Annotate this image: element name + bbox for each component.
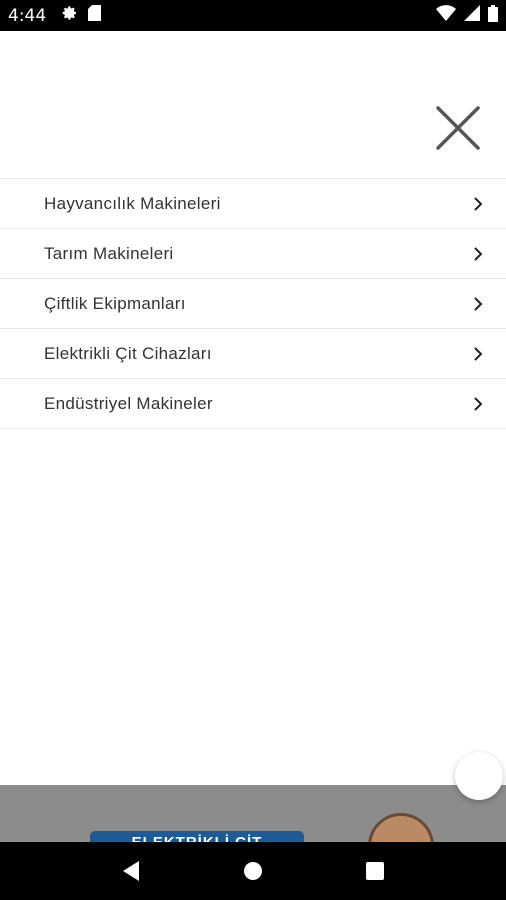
recents-button[interactable]	[360, 856, 390, 886]
chevron-right-icon	[474, 396, 483, 411]
menu-item-label: Çiftlik Ekipmanları	[44, 293, 186, 313]
menu-drawer: Hayvancılık Makineleri Tarım Makineleri …	[0, 31, 506, 785]
promo-banner[interactable]: ELEKTRİKLİ ÇİT CİHAZLARI	[0, 785, 506, 842]
menu-item-ciftlik[interactable]: Çiftlik Ekipmanları	[0, 279, 506, 329]
banner-person-image	[368, 813, 434, 842]
menu-item-elektrikli[interactable]: Elektrikli Çit Cihazları	[0, 329, 506, 379]
home-button[interactable]	[238, 856, 268, 886]
wifi-icon	[436, 5, 456, 26]
status-bar: 4:44	[0, 0, 506, 31]
menu-item-tarim[interactable]: Tarım Makineleri	[0, 229, 506, 279]
back-button[interactable]	[116, 856, 146, 886]
menu-item-label: Tarım Makineleri	[44, 243, 174, 263]
battery-icon	[488, 4, 498, 27]
category-menu: Hayvancılık Makineleri Tarım Makineleri …	[0, 178, 506, 429]
close-button[interactable]	[434, 104, 482, 152]
menu-item-label: Hayvancılık Makineleri	[44, 193, 221, 213]
banner-label: ELEKTRİKLİ ÇİT CİHAZLARI	[90, 831, 304, 842]
status-time: 4:44	[8, 5, 47, 26]
menu-item-label: Endüstriyel Makineler	[44, 393, 213, 413]
home-icon	[244, 862, 262, 880]
chevron-right-icon	[474, 296, 483, 311]
floating-action-button[interactable]	[455, 752, 503, 800]
close-icon	[436, 106, 480, 150]
back-icon	[123, 861, 139, 881]
menu-item-endustriyel[interactable]: Endüstriyel Makineler	[0, 379, 506, 429]
menu-item-hayvancilik[interactable]: Hayvancılık Makineleri	[0, 179, 506, 229]
chevron-right-icon	[474, 346, 483, 361]
settings-icon	[62, 5, 78, 26]
signal-icon	[464, 5, 480, 26]
sd-card-icon	[88, 5, 102, 26]
recents-icon	[366, 862, 384, 880]
chevron-right-icon	[474, 246, 483, 261]
navigation-bar	[0, 842, 506, 900]
chevron-right-icon	[474, 196, 483, 211]
menu-item-label: Elektrikli Çit Cihazları	[44, 343, 212, 363]
